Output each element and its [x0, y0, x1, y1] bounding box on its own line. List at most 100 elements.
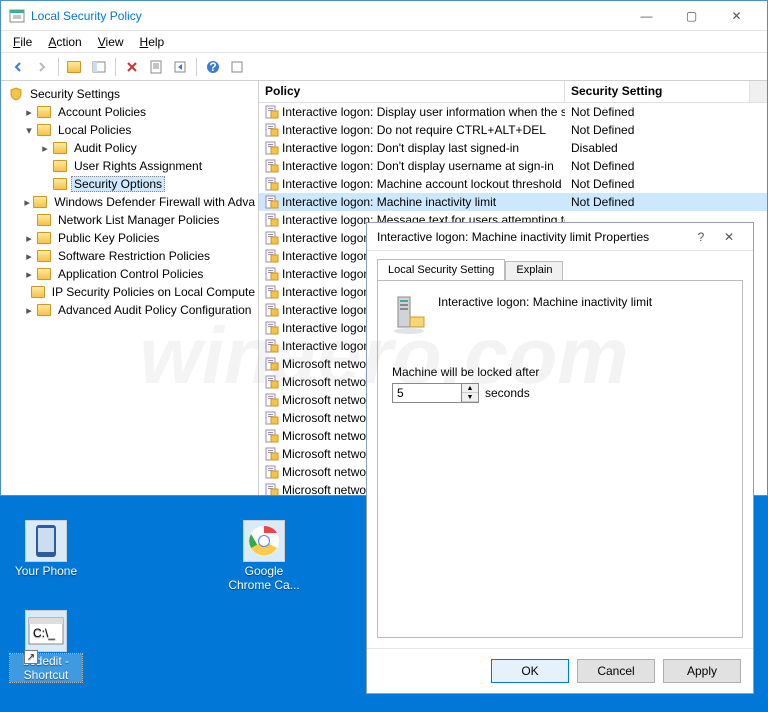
list-row[interactable]: Interactive logon: Machine account locko… — [259, 175, 767, 193]
seconds-input[interactable] — [392, 383, 462, 403]
secpol-icon — [9, 8, 25, 24]
dialog-close-button[interactable]: ✕ — [715, 230, 743, 244]
ok-button[interactable]: OK — [491, 659, 569, 683]
expand-toggle-icon[interactable]: ▸ — [23, 106, 35, 119]
dialog-titlebar[interactable]: Interactive logon: Machine inactivity li… — [367, 223, 753, 251]
tree-item[interactable]: ▸ Software Restriction Policies — [1, 247, 258, 265]
close-button[interactable]: ✕ — [714, 2, 759, 30]
tree-item[interactable]: ▸Audit Policy — [1, 139, 258, 157]
help-button[interactable]: ? — [202, 56, 224, 78]
folder-icon — [53, 160, 67, 172]
list-header[interactable]: Policy Security Setting — [259, 81, 767, 103]
desktop-icon-your-phone[interactable]: Your Phone — [10, 520, 82, 578]
policy-icon — [265, 303, 279, 317]
policy-name: Interactive logon: Don't display last si… — [282, 141, 519, 155]
policy-icon — [265, 123, 279, 137]
delete-button[interactable] — [121, 56, 143, 78]
spinner[interactable]: ▲ ▼ — [462, 383, 479, 403]
titlebar[interactable]: Local Security Policy — ▢ ✕ — [1, 1, 767, 31]
properties-button[interactable] — [145, 56, 167, 78]
policy-icon — [265, 393, 279, 407]
field-label: Machine will be locked after — [392, 365, 728, 379]
cancel-button[interactable]: Cancel — [577, 659, 655, 683]
back-button[interactable] — [7, 56, 29, 78]
folder-icon — [37, 304, 51, 316]
forward-button[interactable] — [31, 56, 53, 78]
tab-explain[interactable]: Explain — [505, 261, 563, 280]
tree-item[interactable]: Network List Manager Policies — [1, 211, 258, 229]
tree-item[interactable]: Security Options — [1, 175, 258, 193]
policy-icon — [265, 375, 279, 389]
shield-icon — [9, 87, 23, 101]
menu-view[interactable]: View — [90, 33, 132, 51]
policy-name: Interactive logon: Display user informat… — [282, 105, 565, 119]
minimize-button[interactable]: — — [624, 2, 669, 30]
export-button[interactable] — [169, 56, 191, 78]
tree-item[interactable]: ▾ Local Policies — [1, 121, 258, 139]
maximize-button[interactable]: ▢ — [669, 2, 714, 30]
spin-up-icon[interactable]: ▲ — [462, 384, 478, 393]
expand-toggle-icon[interactable]: ▾ — [23, 124, 35, 137]
policy-icon — [265, 267, 279, 281]
column-security-setting[interactable]: Security Setting — [565, 81, 750, 102]
policy-icon — [265, 231, 279, 245]
tree-item-label: Windows Defender Firewall with Adva — [51, 194, 258, 210]
tree-item[interactable]: ▸ Application Control Policies — [1, 265, 258, 283]
expand-toggle-icon[interactable]: ▸ — [23, 196, 31, 209]
security-setting-value: Disabled — [565, 141, 767, 155]
expand-toggle-icon[interactable]: ▸ — [23, 232, 35, 245]
policy-icon — [265, 141, 279, 155]
menubar: File Action View Help — [1, 31, 767, 53]
tree-item-label: Local Policies — [55, 122, 134, 138]
tree-item[interactable]: ▸ Advanced Audit Policy Configuration — [1, 301, 258, 319]
policy-icon — [265, 465, 279, 479]
tree-item[interactable]: User Rights Assignment — [1, 157, 258, 175]
expand-toggle-icon[interactable]: ▸ — [39, 142, 51, 155]
menu-action[interactable]: Action — [40, 33, 89, 51]
tree-item[interactable]: IP Security Policies on Local Compute — [1, 283, 258, 301]
window-title: Local Security Policy — [31, 9, 624, 23]
tree-item-label: Security Options — [71, 176, 165, 192]
phone-icon — [25, 520, 67, 562]
context-help-button[interactable]: ? — [687, 230, 715, 244]
up-button[interactable] — [64, 56, 86, 78]
policy-icon — [265, 285, 279, 299]
tree-item-label: Public Key Policies — [55, 230, 162, 246]
tree-item[interactable]: ▸ Public Key Policies — [1, 229, 258, 247]
spin-down-icon[interactable]: ▼ — [462, 393, 478, 402]
server-icon — [392, 295, 426, 335]
expand-toggle-icon[interactable]: ▸ — [23, 250, 35, 263]
console-icon: C:\_ — [25, 610, 67, 652]
folder-icon — [33, 196, 47, 208]
refresh-button[interactable] — [226, 56, 248, 78]
list-row[interactable]: Interactive logon: Don't display last si… — [259, 139, 767, 157]
list-row[interactable]: Interactive logon: Don't display usernam… — [259, 157, 767, 175]
tree-item-label: Advanced Audit Policy Configuration — [55, 302, 254, 318]
menu-help[interactable]: Help — [132, 33, 173, 51]
tree-root[interactable]: Security Settings — [1, 85, 258, 103]
apply-button[interactable]: Apply — [663, 659, 741, 683]
menu-file[interactable]: File — [5, 33, 40, 51]
tab-local-security-setting[interactable]: Local Security Setting — [377, 259, 505, 280]
show-hide-tree-button[interactable] — [88, 56, 110, 78]
tree-item[interactable]: ▸ Windows Defender Firewall with Adva — [1, 193, 258, 211]
column-policy[interactable]: Policy — [259, 81, 565, 102]
scrollbar-header-spacer — [750, 81, 767, 102]
list-row[interactable]: Interactive logon: Display user informat… — [259, 103, 767, 121]
security-setting-value: Not Defined — [565, 123, 767, 137]
tab-panel: Interactive logon: Machine inactivity li… — [377, 280, 743, 638]
tree-item-label: Software Restriction Policies — [55, 248, 213, 264]
desktop-icon-chrome[interactable]: Google Chrome Ca... — [228, 520, 300, 592]
tree-pane[interactable]: Security Settings ▸Account Policies ▾ Loca… — [1, 81, 259, 495]
desktop-icon-bcdedit[interactable]: C:\_ ↗ bcdedit - Shortcut — [10, 610, 82, 682]
expand-toggle-icon[interactable]: ▸ — [23, 268, 35, 281]
policy-icon — [265, 249, 279, 263]
expand-toggle-icon[interactable]: ▸ — [23, 304, 35, 317]
tree-item-label: Application Control Policies — [55, 266, 206, 282]
policy-name: Interactive logon: Machine inactivity li… — [282, 195, 496, 209]
list-row[interactable]: Interactive logon: Machine inactivity li… — [259, 193, 767, 211]
tree-item-label: User Rights Assignment — [71, 158, 205, 174]
dialog-title: Interactive logon: Machine inactivity li… — [377, 230, 687, 244]
list-row[interactable]: Interactive logon: Do not require CTRL+A… — [259, 121, 767, 139]
tree-item[interactable]: ▸Account Policies — [1, 103, 258, 121]
